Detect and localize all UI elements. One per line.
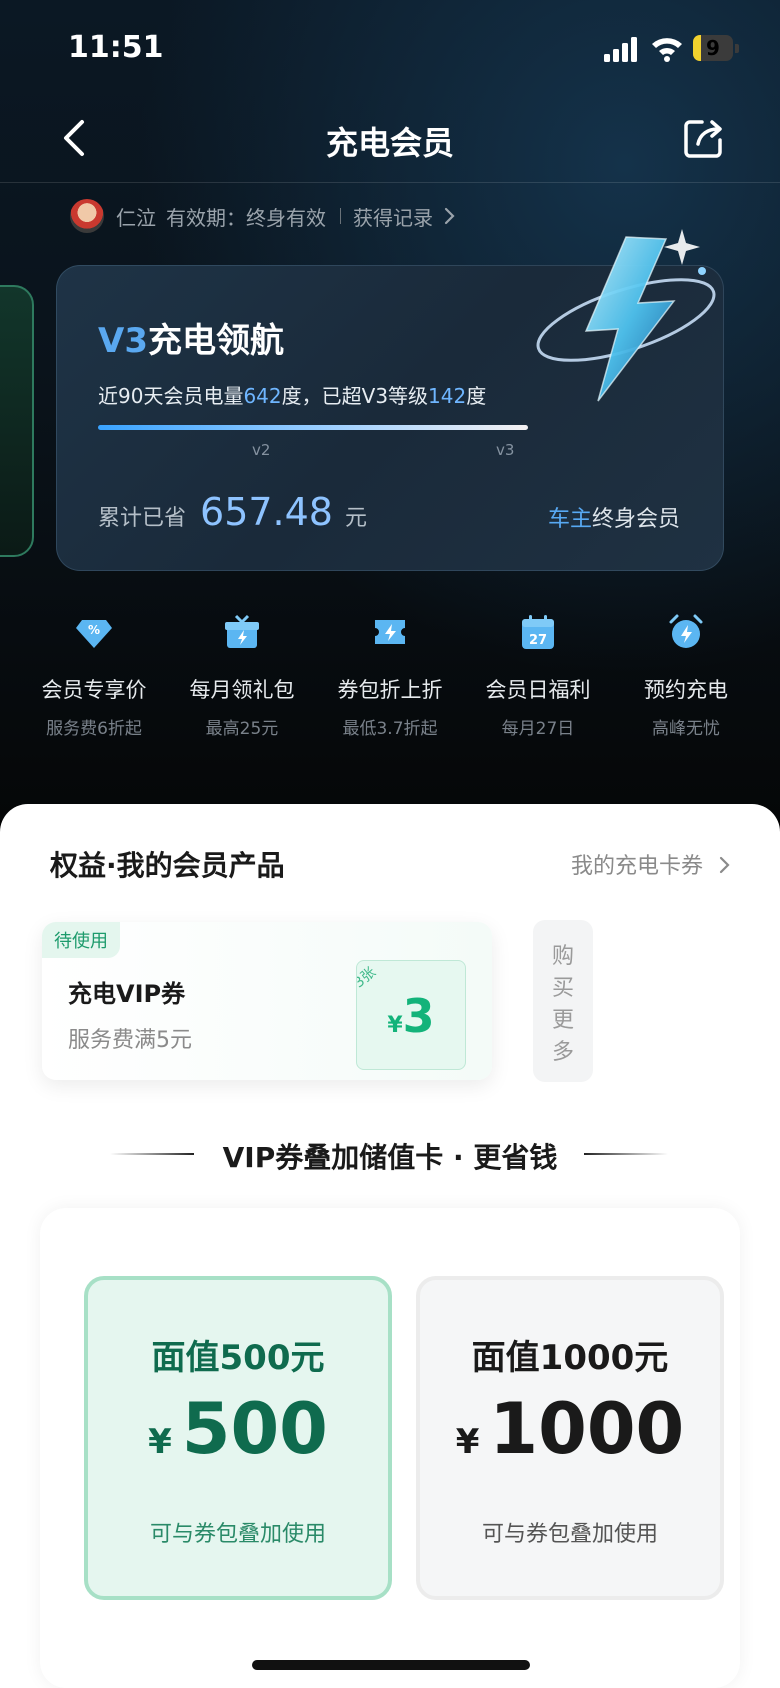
status-bar: 11:51 9 xyxy=(0,0,780,100)
member-level-title: V3充电领航 xyxy=(98,313,284,362)
home-indicator[interactable] xyxy=(252,1660,530,1670)
benefit-coupon-discount[interactable]: 券包折上折 最低3.7折起 xyxy=(316,612,464,752)
coupon-count: 3张 xyxy=(356,964,380,992)
kwh-90d: 642 xyxy=(243,384,282,408)
section-title: 权益·我的会员产品 xyxy=(50,849,285,882)
records-link[interactable]: 获得记录 xyxy=(353,202,433,231)
gift-bolt-icon xyxy=(225,614,259,648)
coupon-status-tag: 待使用 xyxy=(42,922,120,958)
benefit-monthly-gift[interactable]: 每月领礼包 最高25元 xyxy=(168,612,316,752)
previous-level-card[interactable] xyxy=(0,285,34,557)
buy-more-button[interactable]: 购 买 更 多 xyxy=(533,920,593,1082)
avatar[interactable] xyxy=(70,199,104,233)
my-coupons-link[interactable]: 我的充电卡券 xyxy=(571,848,732,880)
lifetime-member-label: 车主终身会员 xyxy=(547,507,680,532)
level-name: 充电领航 xyxy=(147,321,284,361)
user-info-row: 仁泣 有效期：终身有效 获得记录 xyxy=(70,196,457,236)
status-time: 11:51 xyxy=(68,30,164,65)
benefit-member-day[interactable]: 27 会员日福利 每月27日 xyxy=(464,612,612,752)
divider xyxy=(340,208,341,224)
divider xyxy=(584,1153,668,1155)
svg-text:27: 27 xyxy=(529,633,547,648)
coupon-amount: ¥3 xyxy=(387,989,435,1043)
products-sheet: 权益·我的会员产品 我的充电卡券 待使用 充电VIP券 服务费满5元 3张 ¥3… xyxy=(0,804,780,1688)
level-code: V3 xyxy=(98,321,148,361)
calendar-27-icon: 27 xyxy=(522,615,554,649)
chevron-right-icon xyxy=(719,856,730,874)
coupon-name: 充电VIP券 xyxy=(68,980,186,1008)
nav-bar: 充电会员 xyxy=(0,100,780,183)
percent-diamond-icon: % xyxy=(76,620,112,648)
progress-text: 近90天会员电量642度，已超V3等级142度 xyxy=(98,384,487,408)
stored-card-option-500[interactable]: 面值500元 ¥500 可与券包叠加使用 xyxy=(84,1276,392,1600)
coupon-condition: 服务费满5元 xyxy=(68,1028,192,1053)
marker-v2: v2 xyxy=(252,441,271,459)
benefit-member-price[interactable]: % 会员专享价 服务费6折起 xyxy=(20,612,168,752)
share-icon[interactable] xyxy=(680,114,728,162)
price: ¥500 xyxy=(148,1388,328,1470)
face-value: 面值500元 xyxy=(151,1338,325,1378)
coupon-value-stub: 3张 ¥3 xyxy=(356,960,466,1070)
note: 可与券包叠加使用 xyxy=(481,1522,658,1547)
note: 可与券包叠加使用 xyxy=(149,1522,326,1547)
benefit-scheduled-charging[interactable]: 预约充电 高峰无忧 xyxy=(612,612,760,752)
total-saved: 累计已省 657.48 元 xyxy=(98,490,367,534)
svg-text:%: % xyxy=(88,623,100,637)
face-value: 面值1000元 xyxy=(471,1338,669,1378)
cellular-signal-icon xyxy=(604,37,637,62)
lightning-bolt-icon xyxy=(536,229,716,402)
validity-text: 有效期：终身有效 xyxy=(166,205,326,230)
alarm-bolt-icon xyxy=(669,614,703,648)
user-name: 仁泣 xyxy=(116,205,156,230)
vip-coupon-card[interactable]: 待使用 充电VIP券 服务费满5元 3张 ¥3 xyxy=(42,922,492,1080)
stored-value-panel: 面值500元 ¥500 可与券包叠加使用 面值1000元 ¥1000 可与券包叠… xyxy=(40,1208,740,1688)
member-level-card[interactable]: V3充电领航 近90天会员电量642度，已超V3等级142度 v2 v3 累计已… xyxy=(56,229,724,571)
kwh-over: 142 xyxy=(428,384,467,408)
benefits-row: % 会员专享价 服务费6折起 每月领礼包 最高25元 券包折上折 最低3.7折起… xyxy=(20,612,760,752)
page-title: 充电会员 xyxy=(325,124,454,162)
saved-amount: 657.48 xyxy=(200,490,333,534)
stored-card-option-1000[interactable]: 面值1000元 ¥1000 可与券包叠加使用 xyxy=(416,1276,724,1600)
battery-level: 9 xyxy=(706,36,720,60)
chevron-right-icon[interactable] xyxy=(443,206,457,226)
coupon-bolt-icon xyxy=(375,620,405,644)
battery-icon: 9 xyxy=(693,35,739,63)
wifi-icon xyxy=(652,38,682,62)
price: ¥1000 xyxy=(455,1388,685,1470)
promo-heading: VIP券叠加储值卡 · 更省钱 xyxy=(222,1141,558,1174)
marker-v3: v3 xyxy=(496,441,515,459)
level-progress-bar xyxy=(98,425,528,430)
